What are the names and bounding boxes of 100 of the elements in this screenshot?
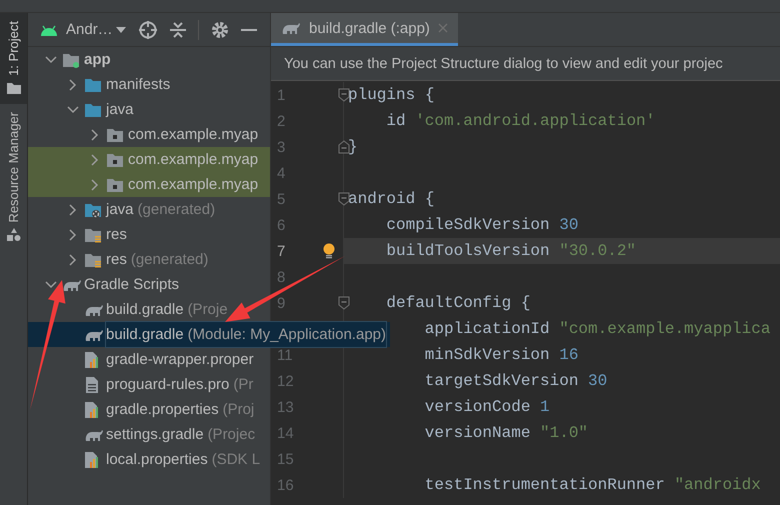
line-number: 9 bbox=[276, 294, 286, 312]
tree-item-name: manifests bbox=[106, 76, 170, 93]
line-number: 6 bbox=[276, 216, 286, 234]
tree-item-hint: (generated) bbox=[138, 201, 216, 218]
line-number: 11 bbox=[276, 346, 294, 364]
properties-file-icon bbox=[84, 350, 100, 368]
line-number: 16 bbox=[276, 476, 295, 494]
module-folder-icon bbox=[62, 52, 80, 68]
chevron-down-icon[interactable] bbox=[45, 280, 57, 288]
tree-item-name: res bbox=[106, 226, 127, 243]
code-line: plugins { bbox=[348, 86, 434, 104]
tree-item-name: gradle-wrapper.proper bbox=[106, 351, 254, 368]
properties-file-icon bbox=[84, 400, 100, 418]
code-line: buildToolsVersion "30.0.2" bbox=[385, 242, 636, 260]
tool-window-tab[interactable]: 1: Project bbox=[0, 13, 27, 104]
android-icon bbox=[40, 24, 58, 36]
resource-folder-icon bbox=[84, 252, 102, 268]
tree-item-name: build.gradle bbox=[106, 326, 184, 343]
fold-marker-icon[interactable] bbox=[338, 88, 350, 102]
tree-row[interactable]: build.gradle (Module: My_Application.app) bbox=[28, 322, 390, 347]
tree-item-hint: (generated) bbox=[130, 251, 208, 268]
tree-item-name: app bbox=[84, 51, 111, 68]
chevron-down-icon[interactable] bbox=[45, 56, 57, 64]
tree-item-hint: (Projec bbox=[208, 426, 256, 443]
generated-folder-icon bbox=[84, 202, 102, 218]
text-file-icon bbox=[84, 376, 100, 394]
code-line: versionCode 1 bbox=[424, 398, 550, 416]
line-number: 2 bbox=[276, 112, 286, 130]
chevron-right-icon[interactable] bbox=[69, 78, 77, 90]
tree-item-name: Gradle Scripts bbox=[84, 276, 180, 293]
view-selector[interactable]: Andr… bbox=[66, 21, 126, 38]
tree-item-name: res bbox=[106, 251, 127, 268]
line-number: 14 bbox=[276, 424, 295, 442]
chevron-down-icon[interactable] bbox=[67, 106, 79, 114]
line-number: 13 bbox=[276, 398, 295, 416]
tree-item-name: gradle.properties bbox=[106, 401, 219, 418]
elephant-icon bbox=[84, 428, 104, 442]
chevron-right-icon[interactable] bbox=[91, 154, 99, 166]
fold-marker-icon[interactable] bbox=[338, 192, 350, 206]
fold-marker-icon[interactable] bbox=[338, 140, 350, 154]
collapse-all-icon[interactable] bbox=[170, 20, 186, 38]
code-line: versionName "1.0" bbox=[424, 424, 588, 442]
code-line: } bbox=[348, 138, 358, 156]
code-line: id 'com.android.application' bbox=[385, 112, 656, 130]
tree-item-name: build.gradle bbox=[106, 301, 184, 318]
elephant-icon bbox=[84, 328, 104, 342]
tree-row[interactable]: com.example.myap bbox=[28, 172, 270, 197]
editor-tab[interactable]: build.gradle (:app) bbox=[271, 13, 458, 46]
tree-row[interactable]: com.example.myap bbox=[28, 147, 270, 172]
chevron-right-icon[interactable] bbox=[69, 228, 77, 240]
folder-icon bbox=[84, 76, 102, 92]
code-line: testInstrumentationRunner "androidx bbox=[424, 476, 761, 494]
line-number: 4 bbox=[276, 164, 286, 182]
line-number: 1 bbox=[276, 86, 286, 104]
chevron-right-icon[interactable] bbox=[91, 178, 99, 190]
package-folder-icon bbox=[106, 176, 124, 192]
folder-icon bbox=[84, 102, 102, 118]
tool-window-tab[interactable]: Resource Manager bbox=[0, 104, 27, 252]
package-folder-icon bbox=[106, 126, 124, 142]
editor-tab-title: build.gradle (:app) bbox=[309, 20, 430, 36]
tree-item-name: com.example.myap bbox=[128, 176, 258, 193]
line-number: 3 bbox=[276, 138, 286, 156]
code-line: android { bbox=[348, 190, 434, 208]
shapes-icon bbox=[6, 228, 20, 242]
elephant-icon bbox=[62, 278, 82, 292]
properties-file-icon bbox=[84, 450, 100, 468]
notification-banner: You can use the Project Structure dialog to view and edit your projec bbox=[271, 47, 780, 81]
tree-item-name: proguard-rules.pro bbox=[106, 376, 230, 393]
elephant-icon bbox=[281, 21, 301, 35]
tree-item-hint: (Proje bbox=[188, 301, 228, 318]
chevron-right-icon[interactable] bbox=[69, 254, 77, 266]
line-number: 5 bbox=[276, 190, 286, 208]
resource-folder-icon bbox=[84, 226, 102, 242]
crosshair-icon[interactable] bbox=[138, 20, 158, 40]
tree-item-hint: (Proj bbox=[222, 401, 254, 418]
settings-icon[interactable] bbox=[210, 20, 229, 38]
code-line: compileSdkVersion 30 bbox=[385, 216, 578, 234]
tree-item-hint: (Pr bbox=[233, 376, 254, 393]
tree-item-name: com.example.myap bbox=[128, 126, 258, 143]
line-number: 7 bbox=[276, 242, 286, 260]
line-number: 12 bbox=[276, 372, 295, 390]
lightbulb-icon[interactable] bbox=[323, 243, 335, 259]
tree-item-name: java bbox=[106, 101, 134, 118]
tree-item-name: java bbox=[106, 201, 134, 218]
caret-down-icon bbox=[116, 26, 126, 32]
tree-item-hint: (Module: My_Application.app) bbox=[188, 326, 386, 343]
line-number: 8 bbox=[276, 268, 286, 286]
tree-item-name: com.example.myap bbox=[128, 151, 258, 168]
tree-item-name: local.properties bbox=[106, 451, 208, 468]
folder-icon bbox=[6, 82, 20, 94]
package-folder-icon bbox=[106, 152, 124, 168]
code-line: minSdkVersion 16 bbox=[424, 346, 578, 364]
elephant-icon bbox=[84, 302, 104, 316]
code-line: targetSdkVersion 30 bbox=[424, 372, 608, 390]
chevron-right-icon[interactable] bbox=[91, 128, 99, 140]
tree-item-name: settings.gradle bbox=[106, 426, 204, 443]
tree-item-hint: (SDK L bbox=[212, 451, 260, 468]
fold-marker-icon[interactable] bbox=[338, 296, 350, 310]
chevron-right-icon[interactable] bbox=[69, 204, 77, 216]
minimize-icon[interactable] bbox=[240, 28, 257, 32]
